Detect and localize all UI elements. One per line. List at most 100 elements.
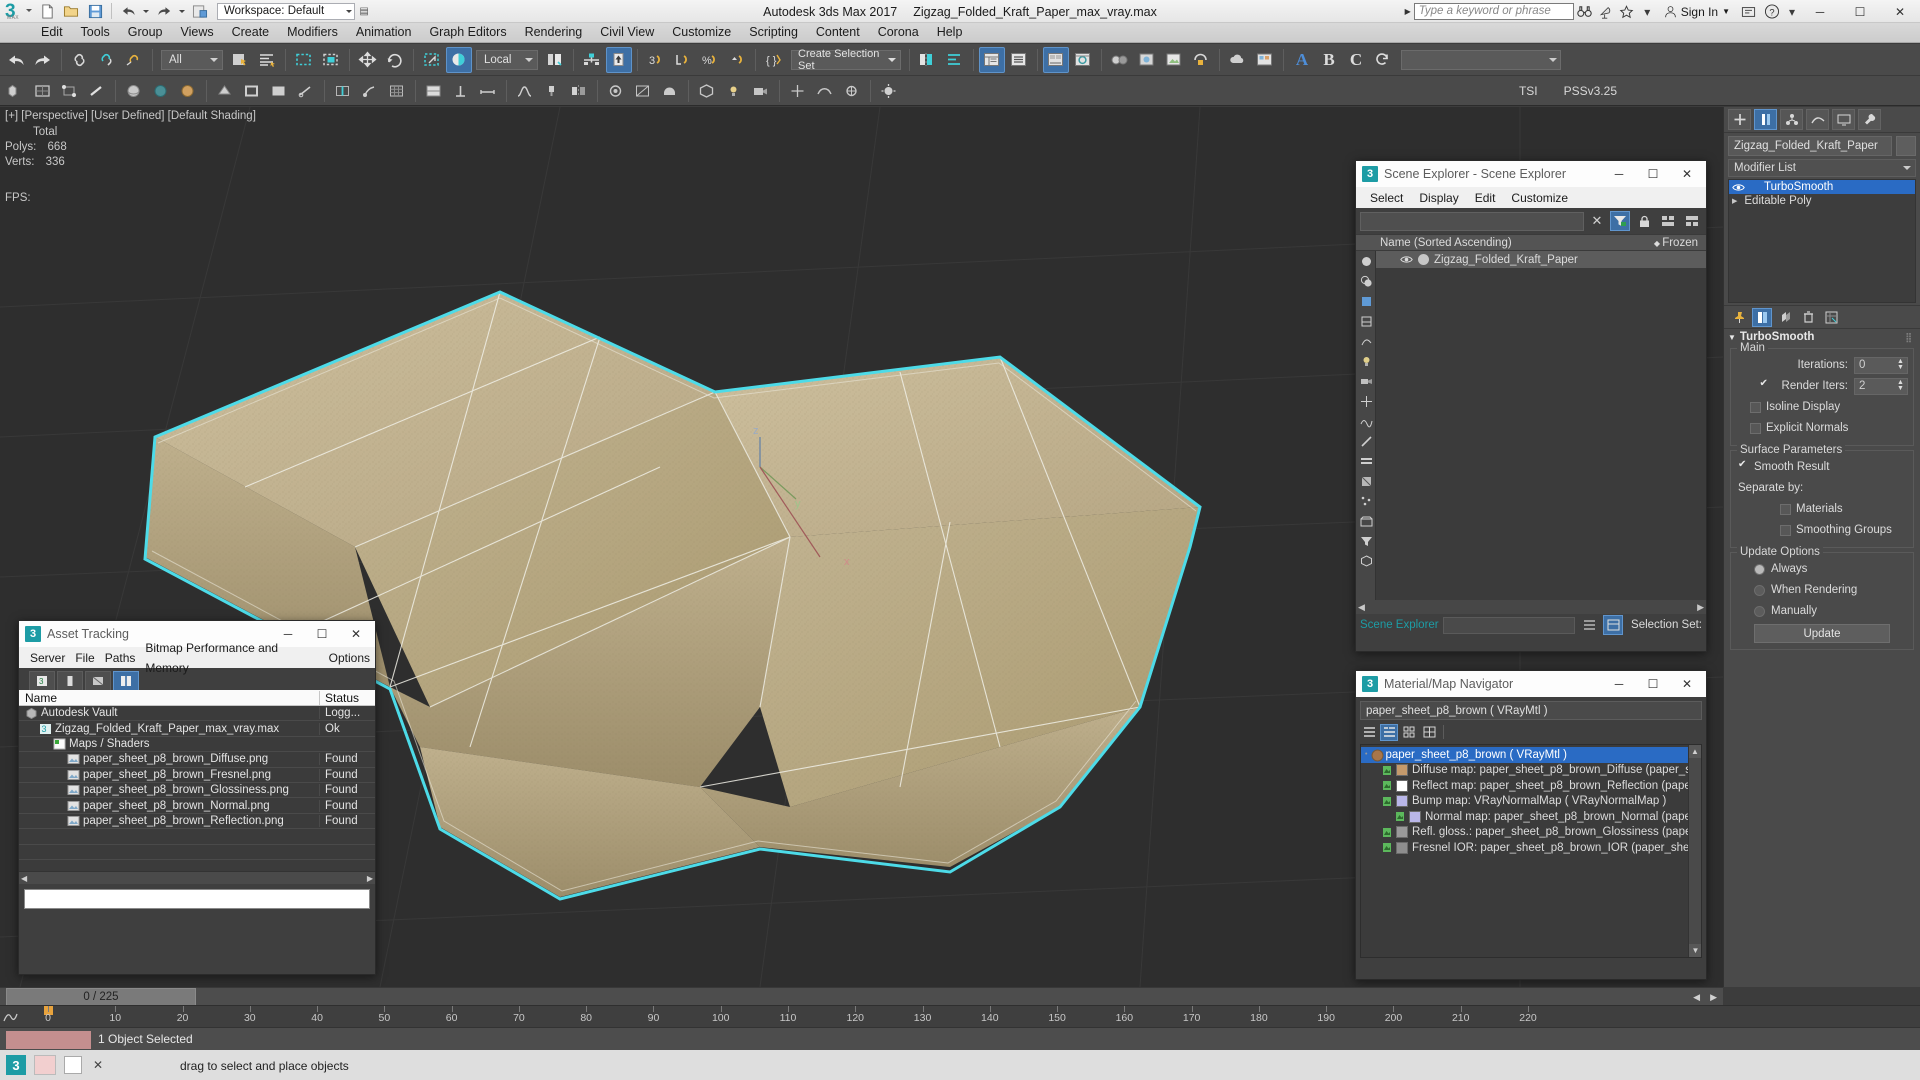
helper-icon[interactable]: [785, 78, 811, 104]
asset-table-header[interactable]: Name Status: [19, 690, 375, 706]
asset-tracking-menu-options[interactable]: Options: [324, 648, 375, 668]
undo-dropdown-icon[interactable]: [141, 1, 151, 21]
favorites-star-icon[interactable]: [1616, 1, 1637, 22]
edit-poly-icon[interactable]: [30, 78, 56, 104]
update-option-radio[interactable]: [1754, 563, 1765, 575]
scene-explorer-close-button[interactable]: ✕: [1670, 161, 1704, 187]
text-refresh-icon[interactable]: [1370, 47, 1396, 73]
select-and-place-icon[interactable]: [446, 46, 472, 73]
modify-sphere-icon[interactable]: [121, 78, 147, 104]
scene-explorer-menu-customize[interactable]: Customize: [1503, 188, 1576, 208]
menu-item-group[interactable]: Group: [119, 23, 172, 42]
menu-item-civil-view[interactable]: Civil View: [591, 23, 663, 42]
show-end-result-icon[interactable]: [1752, 307, 1772, 327]
corona-render-icon[interactable]: [876, 78, 902, 104]
open-file-icon[interactable]: [60, 1, 82, 21]
scene-explorer-list[interactable]: Zigzag_Folded_Kraft_Paper: [1356, 251, 1706, 600]
toolbar-name-field[interactable]: [1401, 49, 1561, 70]
select-and-manipulate-icon[interactable]: [606, 46, 632, 73]
select-lights-icon[interactable]: [1356, 351, 1376, 371]
border-tool-icon[interactable]: [239, 78, 265, 104]
create-icon[interactable]: [3, 78, 29, 104]
unlink-selection-icon[interactable]: [94, 47, 120, 73]
make-unique-icon[interactable]: [1775, 308, 1795, 327]
communication-center-icon[interactable]: [1595, 1, 1616, 22]
select-boxes-icon[interactable]: [1356, 551, 1376, 571]
select-and-rotate-icon[interactable]: [382, 47, 408, 73]
material-tree-row[interactable]: Fresnel IOR: paper_sheet_p8_brown_IOR (p…: [1361, 840, 1701, 856]
object-name-field[interactable]: Zigzag_Folded_Kraft_Paper: [1728, 136, 1892, 156]
update-button[interactable]: Update: [1754, 624, 1890, 643]
clear-search-icon[interactable]: ✕: [1588, 213, 1606, 229]
axis-constraint-icon[interactable]: [448, 78, 474, 104]
cut-tool-icon[interactable]: [293, 78, 319, 104]
menu-item-modifiers[interactable]: Modifiers: [278, 23, 347, 42]
asset-table-body[interactable]: Autodesk Vault Logg... 3 Zigzag_Folded_Kraf…: [19, 706, 375, 871]
scroll-right-icon[interactable]: ▶: [1697, 602, 1704, 613]
tab-bitmaps[interactable]: [57, 671, 83, 690]
modify-sphere2-icon[interactable]: [148, 78, 174, 104]
explicit-normals-checkbox[interactable]: [1750, 422, 1761, 434]
update-option-row[interactable]: Manually: [1736, 602, 1908, 620]
configure-modifier-sets-icon[interactable]: [1821, 308, 1841, 327]
selection-set-field[interactable]: Create Selection Set: [791, 48, 901, 72]
close-icon[interactable]: ✕: [90, 1058, 106, 1072]
menu-item-customize[interactable]: Customize: [663, 23, 740, 42]
infocenter-expand-icon[interactable]: ▶: [1402, 7, 1414, 16]
smoothing-groups-checkbox[interactable]: [1780, 524, 1791, 536]
select-all-icon[interactable]: [1356, 251, 1376, 271]
tab-display[interactable]: [1832, 109, 1855, 130]
current-material-field[interactable]: paper_sheet_p8_brown ( VRayMtl ): [1360, 701, 1702, 720]
percent-snap-toggle-icon[interactable]: %: [697, 47, 723, 73]
eye-icon[interactable]: [1732, 183, 1745, 192]
update-option-row[interactable]: When Rendering: [1736, 581, 1908, 599]
tab-motion[interactable]: [1806, 109, 1829, 130]
scene-explorer-horizontal-scrollbar[interactable]: ◀ ▶: [1356, 600, 1706, 614]
tab-modify[interactable]: [1754, 109, 1777, 130]
viewport-label[interactable]: [+] [Perspective] [User Defined] [Defaul…: [5, 110, 256, 122]
snaps-toggle-icon[interactable]: 3: [643, 47, 669, 73]
open-render-gallery-icon[interactable]: [1252, 47, 1278, 73]
update-option-radio[interactable]: [1754, 605, 1765, 617]
asset-path-input[interactable]: [24, 889, 370, 909]
render-production-icon[interactable]: [1188, 47, 1214, 73]
mirror-icon[interactable]: [915, 47, 941, 73]
update-option-row[interactable]: Always: [1736, 560, 1908, 578]
measure-icon[interactable]: [475, 78, 501, 104]
menu-item-scripting[interactable]: Scripting: [740, 23, 807, 42]
select-particles-icon[interactable]: [1356, 491, 1376, 511]
use-selection-center-icon[interactable]: [579, 47, 605, 73]
spinner-arrows-icon[interactable]: ▲ ▼: [1897, 358, 1906, 371]
swift-loop-icon[interactable]: [330, 78, 356, 104]
material-list-scrollbar[interactable]: ▲ ▼: [1688, 745, 1701, 957]
workspace-selector[interactable]: Workspace: Default: [217, 2, 356, 20]
menu-item-graph-editors[interactable]: Graph Editors: [420, 23, 515, 42]
render-iters-checkbox[interactable]: [1760, 378, 1771, 392]
modifier-stack-item[interactable]: TurboSmooth: [1729, 180, 1915, 194]
camera-icon[interactable]: [748, 78, 774, 104]
explicit-normals-row[interactable]: Explicit Normals: [1736, 419, 1908, 437]
reference-coordinate-system-combo[interactable]: Local: [476, 49, 538, 70]
tab-max-files[interactable]: 3: [29, 671, 55, 690]
select-and-move-icon[interactable]: [355, 47, 381, 73]
minimize-button[interactable]: ─: [1800, 0, 1840, 23]
select-cameras-icon[interactable]: [1356, 371, 1376, 391]
expand-arrow-icon[interactable]: ▶: [1732, 197, 1737, 205]
asset-table-row[interactable]: paper_sheet_p8_brown_Diffuse.png Found: [19, 752, 375, 768]
asset-tracking-close-button[interactable]: ✕: [339, 621, 373, 647]
isoline-display-checkbox[interactable]: [1750, 401, 1761, 413]
asset-table-row[interactable]: Maps / Shaders: [19, 737, 375, 753]
asset-table-row[interactable]: [19, 845, 375, 860]
scene-explorer-minimize-button[interactable]: ─: [1602, 161, 1636, 187]
select-geometry-icon[interactable]: [1356, 311, 1376, 331]
material-tree-row[interactable]: Bump map: VRayNormalMap ( VRayNormalMap …: [1361, 794, 1701, 810]
material-navigator-minimize-button[interactable]: ─: [1602, 671, 1636, 697]
soft-selection-icon[interactable]: [512, 78, 538, 104]
tree-view-icon[interactable]: [1380, 723, 1398, 741]
menu-item-edit[interactable]: Edit: [32, 23, 72, 42]
edit-named-selection-sets-icon[interactable]: { }: [761, 47, 787, 73]
undo-tool-icon[interactable]: [3, 47, 29, 73]
collapse-all-icon[interactable]: [1682, 211, 1702, 231]
select-and-scale-icon[interactable]: [419, 47, 445, 73]
object-color-swatch[interactable]: [1896, 136, 1916, 156]
